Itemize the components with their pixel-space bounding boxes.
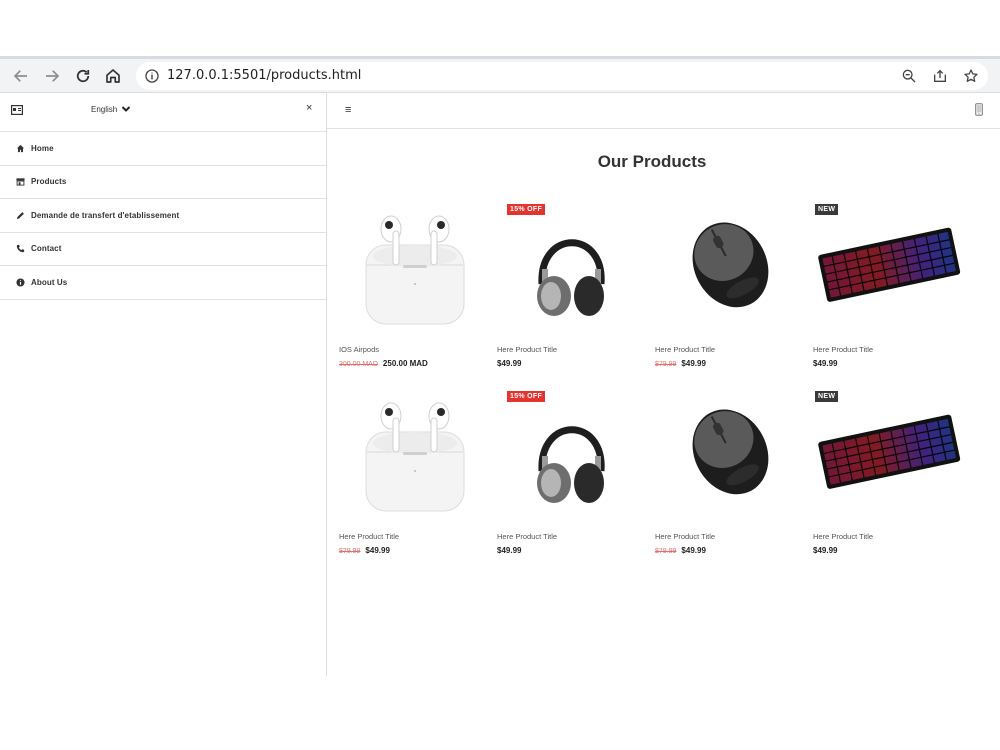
old-price: $79.99 — [339, 548, 361, 555]
product-title[interactable]: Here Product Title — [497, 345, 557, 354]
product-prices: $49.99 — [813, 359, 837, 368]
old-price: $79.99 — [655, 548, 677, 555]
info-icon[interactable] — [144, 68, 160, 84]
new-badge: NEW — [815, 204, 839, 215]
main-content: ≡ Our Products IOS Airpods 300.00 MAD 25… — [327, 94, 1000, 676]
sidebar-item-label: About Us — [31, 277, 68, 287]
price: $49.99 — [497, 546, 522, 555]
share-button[interactable] — [931, 67, 949, 85]
store-icon — [15, 177, 25, 187]
home-icon — [106, 69, 120, 83]
product-image[interactable] — [497, 386, 647, 516]
price: $49.99 — [681, 359, 706, 368]
sidebar: English × Home Products Demande de trans… — [0, 94, 327, 676]
browser-window: 127.0.0.1:5501/products.html English × H… — [0, 0, 1000, 750]
product-image[interactable] — [655, 199, 805, 329]
url-text[interactable]: 127.0.0.1:5501/products.html — [167, 68, 361, 83]
chevron-down-icon — [122, 106, 131, 112]
info-icon — [15, 277, 25, 287]
product-title[interactable]: Here Product Title — [655, 345, 715, 354]
product-image[interactable] — [655, 386, 805, 516]
product-image[interactable] — [339, 386, 489, 516]
sidebar-item-home[interactable]: Home — [0, 132, 326, 166]
sidebar-item-label: Demande de transfert d'etablissement — [31, 210, 180, 220]
discount-badge: 15% OFF — [507, 391, 546, 402]
zoom-button[interactable] — [900, 67, 918, 85]
product-prices: $79.99 $49.99 — [339, 546, 390, 555]
product-image[interactable] — [813, 199, 963, 329]
old-price: $79.99 — [655, 361, 677, 368]
price: $49.99 — [497, 359, 522, 368]
product-image[interactable] — [497, 199, 647, 329]
sidebar-item-about[interactable]: About Us — [0, 266, 326, 300]
reload-button[interactable] — [71, 64, 95, 88]
sidebar-item-label: Contact — [31, 244, 62, 254]
sidebar-item-label: Products — [31, 177, 67, 187]
product-prices: 300.00 MAD 250.00 MAD — [339, 359, 428, 368]
reload-icon — [76, 69, 90, 83]
arrow-left-icon — [13, 70, 27, 82]
product-prices: $49.99 — [813, 546, 837, 555]
address-bar[interactable]: 127.0.0.1:5501/products.html — [136, 62, 988, 90]
id-card-icon[interactable] — [11, 105, 23, 115]
product-title[interactable]: Here Product Title — [813, 345, 873, 354]
price: 250.00 MAD — [382, 359, 428, 368]
product-title[interactable]: Here Product Title — [497, 532, 557, 541]
price: $49.99 — [813, 359, 838, 368]
product-title[interactable]: Here Product Title — [813, 532, 873, 541]
price: $49.99 — [365, 546, 390, 555]
arrow-right-icon — [46, 70, 60, 82]
page-title: Our Products — [597, 152, 707, 171]
language-label: English — [91, 104, 118, 114]
product-image[interactable] — [813, 386, 963, 516]
product-title[interactable]: Here Product Title — [339, 532, 399, 541]
language-select[interactable]: English — [91, 104, 131, 114]
sidebar-item-transfer-request[interactable]: Demande de transfert d'etablissement — [0, 199, 326, 233]
product-prices: $49.99 — [497, 546, 521, 555]
price: $49.99 — [813, 546, 838, 555]
home-button[interactable] — [101, 64, 125, 88]
star-icon — [964, 69, 978, 82]
product-title[interactable]: Here Product Title — [655, 532, 715, 541]
share-icon — [934, 69, 946, 82]
zoom-out-icon — [902, 69, 916, 83]
old-price: 300.00 MAD — [339, 361, 378, 368]
sidebar-header: English × — [0, 94, 326, 132]
product-prices: $79.99 $49.99 — [655, 546, 706, 555]
product-prices: $79.99 $49.99 — [655, 359, 706, 368]
discount-badge: 15% OFF — [507, 204, 546, 215]
sidebar-item-products[interactable]: Products — [0, 166, 326, 199]
pencil-icon — [15, 210, 25, 220]
menu-toggle-button[interactable]: ≡ — [345, 104, 351, 116]
sidebar-item-contact[interactable]: Contact — [0, 233, 326, 266]
browser-toolbar: 127.0.0.1:5501/products.html — [0, 59, 1000, 93]
home-icon — [15, 143, 25, 153]
product-title[interactable]: IOS Airpods — [339, 345, 379, 354]
close-sidebar-button[interactable]: × — [306, 102, 312, 114]
forward-button[interactable] — [40, 64, 64, 88]
bookmark-button[interactable] — [962, 67, 980, 85]
mobile-icon[interactable] — [975, 103, 983, 116]
product-image[interactable] — [339, 199, 489, 329]
main-topbar: ≡ — [327, 94, 1000, 129]
sidebar-item-label: Home — [31, 143, 54, 153]
back-button[interactable] — [9, 64, 33, 88]
new-badge: NEW — [815, 391, 839, 402]
product-prices: $49.99 — [497, 359, 521, 368]
phone-icon — [15, 244, 25, 254]
price: $49.99 — [681, 546, 706, 555]
